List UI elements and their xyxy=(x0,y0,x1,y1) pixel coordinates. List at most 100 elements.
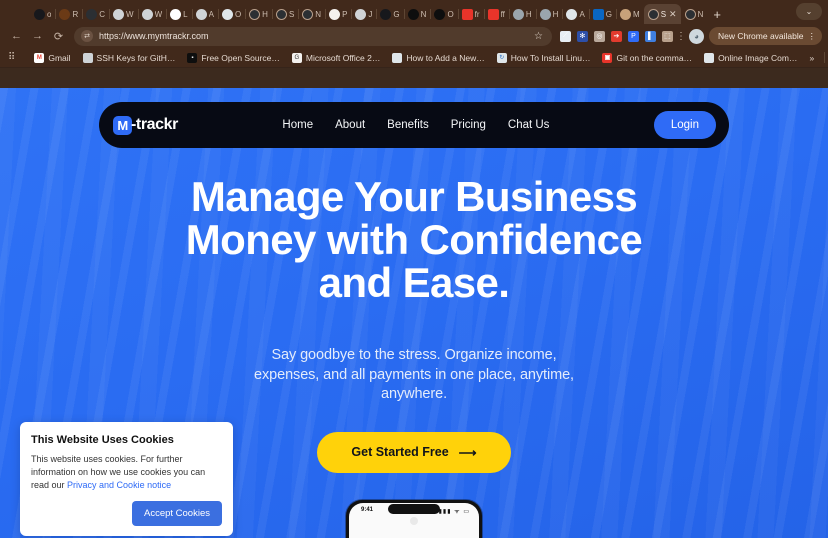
ms-icon xyxy=(620,8,632,20)
tab[interactable]: L xyxy=(166,4,193,24)
tab[interactable]: W xyxy=(109,4,139,24)
bookmarks-overflow-button[interactable]: » xyxy=(803,49,820,66)
blue-doc-icon[interactable]: ▌ xyxy=(642,26,659,47)
tab-active[interactable]: S ✕ xyxy=(643,4,681,24)
tab-favicon-icon xyxy=(647,8,659,20)
site-settings-tune-icon[interactable]: ⇄ xyxy=(81,30,93,42)
tab-label: P xyxy=(342,9,348,19)
tab-favicon-icon xyxy=(684,8,696,20)
firefox-icon xyxy=(59,8,71,20)
tab[interactable]: O xyxy=(218,4,247,24)
nav-link-home[interactable]: Home xyxy=(282,119,313,131)
tab[interactable]: W xyxy=(138,4,168,24)
tab[interactable]: A xyxy=(192,4,219,24)
nav-link-about[interactable]: About xyxy=(335,119,365,131)
tab[interactable]: C xyxy=(82,4,111,24)
tab-label: N xyxy=(420,9,427,19)
cta-label: Get Started Free xyxy=(351,445,449,460)
bookmark-item[interactable]: Online Image Com… xyxy=(698,49,803,66)
puzzle-icon[interactable]: ⬚ xyxy=(659,26,676,47)
nav-link-pricing[interactable]: Pricing xyxy=(451,119,486,131)
tab[interactable]: O xyxy=(430,4,459,24)
phone-screen: 9:41 ▮▮▮ ᯤ ▭ xyxy=(349,503,479,538)
nav-link-chat-us[interactable]: Chat Us xyxy=(508,119,550,131)
profile-avatar[interactable]: ◕ xyxy=(688,28,704,44)
bookmark-label: Microsoft Office 2… xyxy=(305,52,381,63)
gmail-icon xyxy=(170,8,182,20)
tab-trailing[interactable]: N xyxy=(681,4,708,24)
bookmark-item[interactable]: ↻ How To Install Linu… xyxy=(491,49,597,66)
hero-subheading: Say goodbye to the stress. Organize inco… xyxy=(254,347,574,402)
tab-label: L xyxy=(183,9,188,19)
tab-close-icon[interactable]: ✕ xyxy=(669,9,677,20)
hero-heading: Manage Your Business Money with Confiden… xyxy=(185,173,643,306)
bookmark-item[interactable]: ▪ Free Open Source… xyxy=(181,49,285,66)
phone-mockup: 9:41 ▮▮▮ ᯤ ▭ xyxy=(346,500,482,538)
tab[interactable]: H xyxy=(509,4,537,24)
snowflake-icon[interactable]: ✻ xyxy=(574,26,591,47)
ring-icon xyxy=(302,8,314,20)
tab[interactable]: fr xyxy=(458,4,485,24)
bookmark-favicon-icon: ↻ xyxy=(496,52,507,63)
cookie-consent-banner: This Website Uses Cookies This website u… xyxy=(20,422,233,537)
bookmark-favicon-icon xyxy=(82,52,93,63)
eyedropper-icon[interactable]: ⟋ xyxy=(557,26,574,47)
tab-label: A xyxy=(579,9,585,19)
tab[interactable]: N xyxy=(298,4,327,24)
tab-label: A xyxy=(208,9,214,19)
tab[interactable]: N xyxy=(404,4,432,24)
chrome-update-button[interactable]: New Chrome available ⋮ xyxy=(708,27,822,45)
tab[interactable]: G xyxy=(589,4,618,24)
tab[interactable]: M xyxy=(616,4,645,24)
tab[interactable]: J xyxy=(351,4,378,24)
accept-cookies-button[interactable]: Accept Cookies xyxy=(131,501,222,527)
bookmark-label: How To Install Linu… xyxy=(510,52,591,63)
tab[interactable]: H xyxy=(245,4,273,24)
bookmark-item[interactable]: How to Add a New… xyxy=(386,49,490,66)
tab[interactable]: A xyxy=(562,4,590,24)
forward-button[interactable]: → xyxy=(27,26,48,47)
tab[interactable]: S xyxy=(272,4,300,24)
tab-label: W xyxy=(126,9,134,19)
apps-grid-icon[interactable]: ⠿ xyxy=(6,52,20,63)
tab[interactable]: P xyxy=(325,4,353,24)
bookmark-item[interactable]: M Gmail xyxy=(28,49,76,66)
bookmark-label: SSH Keys for GitH… xyxy=(96,52,176,63)
tab[interactable]: o xyxy=(30,4,57,24)
bookmark-item[interactable]: SSH Keys for GitH… xyxy=(77,49,182,66)
tab[interactable]: ff xyxy=(484,4,510,24)
tab[interactable]: R xyxy=(55,4,84,24)
globe-icon xyxy=(355,8,367,20)
address-bar[interactable]: ⇄ https://www.mymtrackr.com ☆ xyxy=(74,26,552,46)
login-button[interactable]: Login xyxy=(653,111,716,139)
bookmark-favicon-icon: M xyxy=(34,52,45,63)
tab-label: G xyxy=(393,9,400,19)
red-arrow-icon[interactable]: ➔ xyxy=(608,26,625,47)
bookmark-item[interactable]: G Microsoft Office 2… xyxy=(286,49,386,66)
tab-label: ff xyxy=(500,9,505,19)
get-started-free-button[interactable]: Get Started Free ⟶ xyxy=(317,431,511,473)
target-icon[interactable]: ◎ xyxy=(591,26,608,47)
bookmark-label: Git on the comma… xyxy=(616,52,693,63)
red-n-icon xyxy=(487,8,499,20)
reload-button[interactable]: ⟳ xyxy=(48,26,69,47)
new-tab-button[interactable]: + xyxy=(707,4,727,24)
privacy-cookie-notice-link[interactable]: Privacy and Cookie notice xyxy=(67,480,171,490)
extensions-overflow-icon[interactable]: ⋮ xyxy=(676,31,686,42)
back-button[interactable]: ← xyxy=(6,26,27,47)
site-logo[interactable]: M -trackr xyxy=(113,115,178,135)
tab[interactable]: H xyxy=(536,4,564,24)
web-page-content: M -trackr Home About Benefits Pricing Chat U… xyxy=(0,88,828,538)
blue-p-icon[interactable]: P xyxy=(625,26,642,47)
tab[interactable]: G xyxy=(376,4,405,24)
chrome-menu-dots-icon[interactable]: ⋮ xyxy=(808,31,817,42)
tab-search-chevron-down-icon[interactable]: ⌄ xyxy=(796,3,822,20)
bookmark-item[interactable]: ▣ Git on the comma… xyxy=(596,49,698,66)
bookmark-favicon-icon xyxy=(704,52,715,63)
browser-window: o R C W W L A O H S N P J G N Ofr ff H H A G M S ✕ N + ⌄ ← → … xyxy=(0,0,828,538)
nav-link-benefits[interactable]: Benefits xyxy=(387,119,429,131)
ring-icon xyxy=(275,8,287,20)
bookmark-star-icon[interactable]: ☆ xyxy=(534,31,545,42)
bookmark-label: Gmail xyxy=(48,52,71,63)
tab-label: H xyxy=(262,9,268,19)
